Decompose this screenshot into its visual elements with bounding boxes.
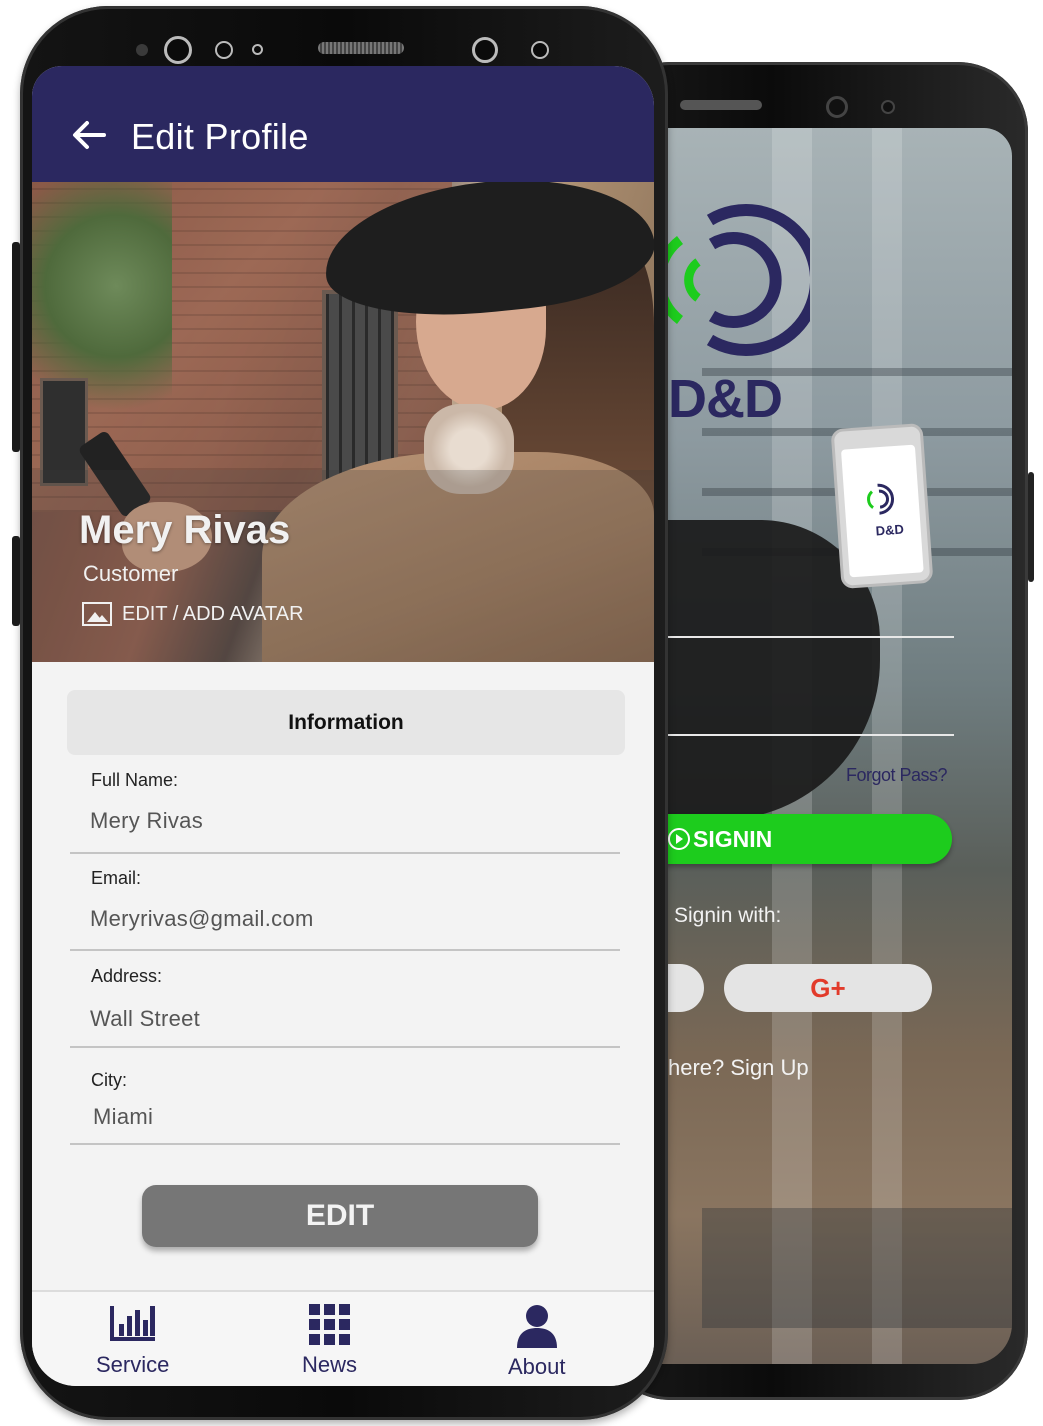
barred-window	[322, 290, 398, 486]
camera-icon	[164, 36, 192, 64]
sensor-icon	[136, 44, 148, 56]
sensor-icon	[252, 44, 263, 55]
page-title: Edit Profile	[131, 116, 309, 157]
profile-role: Customer	[83, 561, 179, 586]
front-phone-screen: Edit Profile Mery Rivas Customer EDIT / …	[32, 66, 654, 1386]
nav-item-about[interactable]: About	[508, 1304, 566, 1380]
side-button	[12, 536, 20, 626]
email-field[interactable]: Email: Meryrivas@gmail.com	[70, 868, 620, 951]
field-label: Address:	[91, 966, 163, 986]
edit-avatar-link[interactable]: EDIT / ADD AVATAR	[82, 602, 304, 626]
field-label: Full Name:	[91, 770, 179, 790]
signin-arrow-icon	[668, 828, 690, 850]
signin-with-label: Signin with:	[674, 904, 782, 927]
password-field-line[interactable]	[668, 734, 954, 736]
edit-button[interactable]: EDIT	[142, 1185, 538, 1247]
username-field-line[interactable]	[668, 636, 954, 638]
speaker-grille	[318, 42, 404, 54]
user-icon	[516, 1305, 557, 1348]
field-label: Email:	[91, 868, 142, 888]
google-login-button[interactable]: G+	[724, 964, 932, 1012]
back-arrow-icon[interactable]	[72, 120, 106, 150]
camera-icon	[472, 37, 498, 63]
nav-item-news[interactable]: News	[302, 1304, 357, 1378]
sensor-icon	[531, 41, 549, 59]
back-speaker	[680, 100, 762, 110]
dd-logo-icon	[655, 204, 810, 356]
nav-label: About	[508, 1354, 566, 1379]
image-icon	[82, 602, 112, 626]
street-cars	[702, 1208, 1012, 1328]
back-camera-icon	[826, 96, 848, 118]
profile-name: Mery Rivas	[79, 508, 291, 552]
side-button	[1028, 472, 1034, 582]
grid-icon	[308, 1304, 350, 1345]
side-button	[12, 242, 20, 452]
city-field[interactable]: City: Miami	[70, 1070, 620, 1145]
forgot-password-link[interactable]: Forgot Pass?	[846, 765, 948, 786]
profile-cover-photo	[32, 182, 654, 662]
field-value[interactable]: Mery Rivas	[90, 808, 203, 834]
information-header: Information	[67, 690, 625, 755]
small-brand-name: D&D	[875, 521, 905, 539]
brand-name: D&D	[668, 369, 783, 429]
bar-chart-icon	[109, 1306, 155, 1341]
app-bar: Edit Profile	[32, 66, 654, 182]
field-value[interactable]: Miami	[93, 1104, 153, 1130]
building-column	[872, 128, 902, 1364]
google-plus-icon: G+	[810, 972, 846, 1003]
nav-label: News	[302, 1352, 358, 1377]
nav-label: Service	[96, 1352, 170, 1377]
sensor-icon	[215, 41, 233, 59]
small-dd-logo-icon	[867, 483, 895, 515]
address-field[interactable]: Address: Wall Street	[70, 966, 620, 1048]
edit-avatar-label: EDIT / ADD AVATAR	[122, 602, 304, 625]
back-sensor-icon	[881, 100, 895, 114]
signin-button[interactable]: SIGNIN	[664, 814, 952, 864]
signin-label: SIGNIN	[693, 825, 773, 852]
nav-item-service[interactable]: Service	[96, 1304, 169, 1378]
bottom-navigation: Service News About	[32, 1290, 654, 1386]
full-name-field[interactable]: Full Name: Mery Rivas	[70, 770, 620, 854]
field-value[interactable]: Wall Street	[90, 1006, 200, 1032]
held-phone-image: D&D	[830, 422, 934, 590]
field-label: City:	[91, 1070, 127, 1090]
field-value[interactable]: Meryrivas@gmail.com	[90, 906, 314, 932]
signup-link[interactable]: here? Sign Up	[668, 1055, 809, 1081]
